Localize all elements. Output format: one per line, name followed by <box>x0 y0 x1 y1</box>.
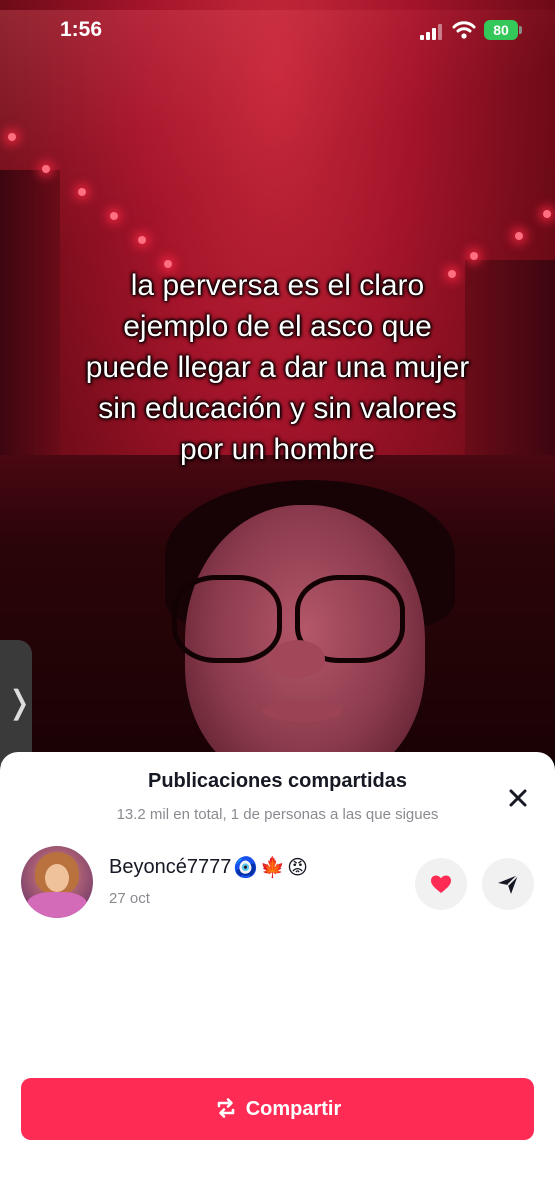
avatar[interactable] <box>21 846 93 918</box>
led-light <box>138 236 146 244</box>
led-light <box>470 252 478 260</box>
caption-line: puede llegar a dar una mujer <box>85 351 470 384</box>
led-light <box>515 232 523 240</box>
side-panel-handle[interactable]: ❭ <box>0 640 33 765</box>
share-button[interactable]: Compartir <box>21 1078 534 1140</box>
avatar-dress <box>27 892 87 918</box>
led-light <box>110 212 118 220</box>
angry-face-emoji: 😡 <box>287 857 308 879</box>
sheet-subtitle: 13.2 mil en total, 1 de personas a las q… <box>116 806 439 823</box>
like-button[interactable] <box>415 858 467 910</box>
led-light <box>543 210 551 218</box>
video-player[interactable]: la perversa es el claro ejemplo de el as… <box>0 0 555 760</box>
caption-line: la perversa es el claro <box>130 269 425 302</box>
avatar-face <box>45 864 69 892</box>
person-nose <box>270 640 325 678</box>
person-mouth <box>262 700 342 722</box>
close-icon[interactable] <box>500 780 536 816</box>
led-light <box>8 133 16 141</box>
caption-line: ejemplo de el asco que <box>123 310 432 343</box>
send-icon <box>498 874 519 894</box>
caption-line: sin educación y sin valores <box>98 392 457 425</box>
send-button[interactable] <box>482 858 534 910</box>
chevron-right-icon: ❭ <box>6 684 33 720</box>
nazar-emoji: 🧿 <box>233 857 259 879</box>
video-caption: la perversa es el claro ejemplo de el as… <box>40 265 515 470</box>
leaf-emoji: 🍁 <box>260 857 286 879</box>
led-light <box>42 165 50 173</box>
shared-posts-sheet: Publicaciones compartidas 13.2 mil en to… <box>0 752 555 1200</box>
cellular-signal-icon <box>420 24 442 40</box>
username[interactable]: Beyoncé7777 🧿 🍁 😡 <box>109 855 308 880</box>
heart-icon <box>431 875 451 893</box>
glasses <box>172 575 282 663</box>
repost-icon <box>217 1097 235 1118</box>
share-button-label: Compartir <box>245 1098 342 1120</box>
battery-cap <box>519 26 522 34</box>
status-bar: 1:56 80 <box>0 0 555 64</box>
sheet-title: Publicaciones compartidas <box>148 770 407 792</box>
share-date: 27 oct <box>109 890 150 907</box>
username-text: Beyoncé7777 <box>109 855 232 878</box>
wifi-icon <box>452 21 476 39</box>
share-row[interactable]: Beyoncé7777 🧿 🍁 😡 27 oct <box>0 846 555 926</box>
caption-line: por un hombre <box>179 433 376 466</box>
led-light <box>78 188 86 196</box>
battery-indicator: 80 <box>484 20 518 40</box>
status-time: 1:56 <box>60 18 103 41</box>
